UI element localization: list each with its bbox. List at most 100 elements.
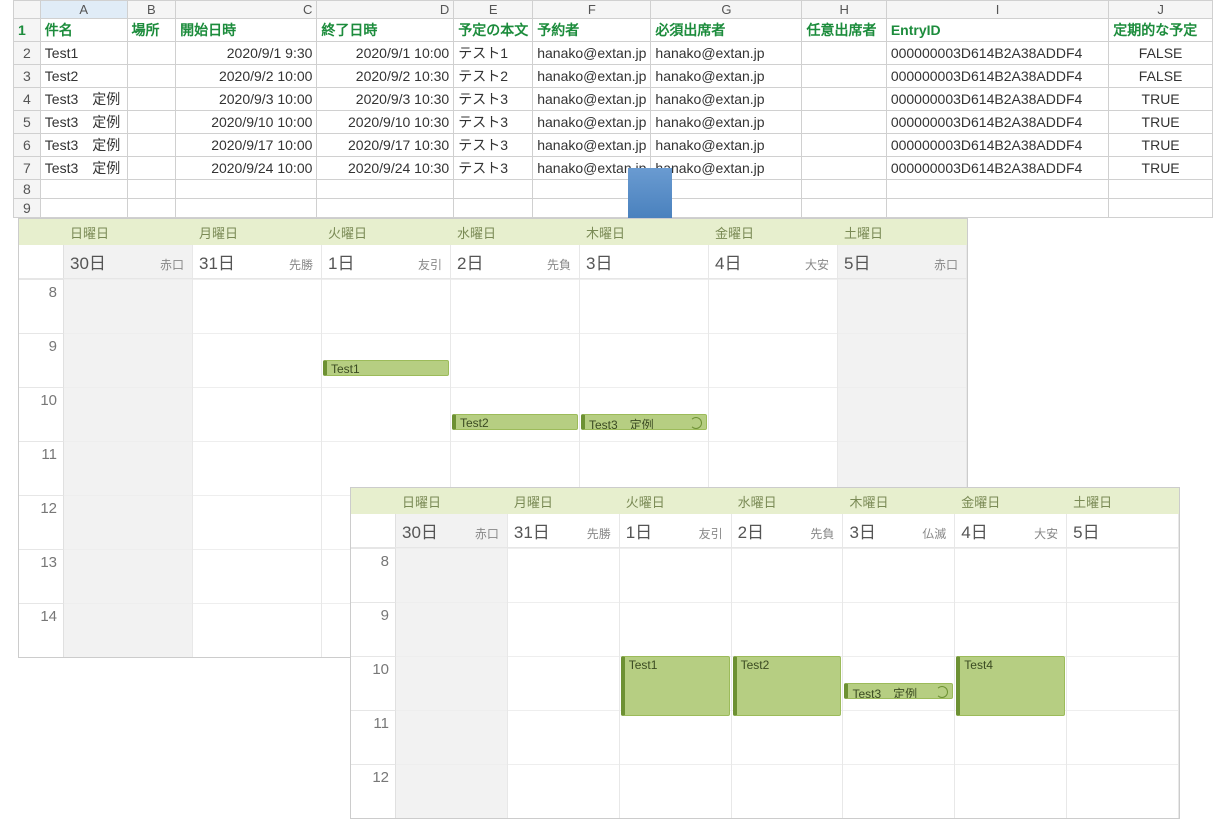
- date-header-cell[interactable]: 3日: [580, 245, 709, 278]
- time-slot[interactable]: [193, 387, 321, 441]
- date-header-cell[interactable]: 31日先勝: [193, 245, 322, 278]
- time-slot[interactable]: [396, 602, 507, 656]
- time-slot[interactable]: [732, 710, 843, 764]
- cell[interactable]: hanako@extan.jp: [651, 134, 802, 157]
- field-header[interactable]: 開始日時: [176, 19, 317, 42]
- time-slot[interactable]: [322, 387, 450, 441]
- cell[interactable]: [802, 111, 886, 134]
- colhead-J[interactable]: J: [1109, 1, 1213, 19]
- cell[interactable]: 2020/9/10 10:00: [176, 111, 317, 134]
- colhead-F[interactable]: F: [533, 1, 651, 19]
- cell[interactable]: 2020/9/2 10:30: [317, 65, 454, 88]
- time-slot[interactable]: [620, 602, 731, 656]
- cell[interactable]: [127, 42, 176, 65]
- time-slot[interactable]: [732, 764, 843, 818]
- time-slot[interactable]: [396, 548, 507, 602]
- date-header-cell[interactable]: 31日先勝: [508, 514, 620, 547]
- cell[interactable]: [127, 65, 176, 88]
- cell[interactable]: [127, 134, 176, 157]
- time-slot[interactable]: [620, 548, 731, 602]
- calendar-day-column[interactable]: Test4: [955, 548, 1067, 818]
- cell[interactable]: 2020/9/17 10:30: [317, 134, 454, 157]
- rownum[interactable]: 9: [14, 199, 41, 218]
- cell[interactable]: TRUE: [1109, 88, 1213, 111]
- calendar-day-column[interactable]: Test1: [620, 548, 732, 818]
- cell[interactable]: hanako@extan.jp: [533, 111, 651, 134]
- calendar-day-column[interactable]: [64, 279, 193, 657]
- cell[interactable]: 2020/9/24 10:30: [317, 157, 454, 180]
- cell[interactable]: [454, 180, 533, 199]
- time-slot[interactable]: [64, 603, 192, 657]
- time-slot[interactable]: [508, 656, 619, 710]
- time-slot[interactable]: [1067, 656, 1178, 710]
- time-slot[interactable]: [1067, 548, 1178, 602]
- cell[interactable]: [886, 199, 1108, 218]
- time-slot[interactable]: [1067, 602, 1178, 656]
- calendar-event[interactable]: Test3 定例: [844, 683, 953, 699]
- time-slot[interactable]: [843, 764, 954, 818]
- date-header-cell[interactable]: 2日先負: [732, 514, 844, 547]
- cell[interactable]: Test3 定例: [40, 111, 127, 134]
- cell[interactable]: [802, 65, 886, 88]
- cell[interactable]: [127, 157, 176, 180]
- time-slot[interactable]: [955, 602, 1066, 656]
- cell[interactable]: 2020/9/3 10:00: [176, 88, 317, 111]
- colhead-G[interactable]: G: [651, 1, 802, 19]
- cell[interactable]: Test1: [40, 42, 127, 65]
- calendar-day-column[interactable]: Test2: [732, 548, 844, 818]
- calendar-event[interactable]: Test2: [452, 414, 578, 430]
- time-slot[interactable]: [193, 495, 321, 549]
- cell[interactable]: 000000003D614B2A38ADDF4: [886, 88, 1108, 111]
- time-slot[interactable]: [732, 548, 843, 602]
- time-slot[interactable]: [508, 602, 619, 656]
- date-header-cell[interactable]: 30日赤口: [396, 514, 508, 547]
- time-slot[interactable]: [838, 387, 966, 441]
- cell[interactable]: Test3 定例: [40, 88, 127, 111]
- field-header[interactable]: 終了日時: [317, 19, 454, 42]
- cell[interactable]: 000000003D614B2A38ADDF4: [886, 157, 1108, 180]
- cell[interactable]: [127, 199, 176, 218]
- cell[interactable]: [1109, 199, 1213, 218]
- calendar-day-column[interactable]: [508, 548, 620, 818]
- calendar-day-column[interactable]: [396, 548, 508, 818]
- calendar-event[interactable]: Test2: [733, 656, 842, 716]
- cell[interactable]: [802, 157, 886, 180]
- time-slot[interactable]: [620, 710, 731, 764]
- time-slot[interactable]: [709, 387, 837, 441]
- date-header-cell[interactable]: 1日友引: [620, 514, 732, 547]
- time-slot[interactable]: [64, 495, 192, 549]
- time-slot[interactable]: [955, 764, 1066, 818]
- date-header-cell[interactable]: 4日大安: [955, 514, 1067, 547]
- calendar-day-column[interactable]: Test3 定例: [843, 548, 955, 818]
- field-header[interactable]: 必須出席者: [651, 19, 802, 42]
- cell[interactable]: [176, 199, 317, 218]
- time-slot[interactable]: [508, 764, 619, 818]
- cell[interactable]: hanako@extan.jp: [533, 88, 651, 111]
- time-slot[interactable]: [838, 279, 966, 333]
- date-header-cell[interactable]: 4日大安: [709, 245, 838, 278]
- cell[interactable]: テスト3: [454, 111, 533, 134]
- time-slot[interactable]: [1067, 764, 1178, 818]
- cell[interactable]: [454, 199, 533, 218]
- cell[interactable]: 000000003D614B2A38ADDF4: [886, 134, 1108, 157]
- cell[interactable]: TRUE: [1109, 134, 1213, 157]
- cell[interactable]: [886, 180, 1108, 199]
- cell[interactable]: [802, 180, 886, 199]
- time-slot[interactable]: [955, 548, 1066, 602]
- cell[interactable]: Test3 定例: [40, 157, 127, 180]
- time-slot[interactable]: [838, 333, 966, 387]
- time-slot[interactable]: [193, 549, 321, 603]
- date-header-cell[interactable]: 1日友引: [322, 245, 451, 278]
- cell[interactable]: [317, 199, 454, 218]
- rownum[interactable]: 8: [14, 180, 41, 199]
- time-slot[interactable]: [955, 710, 1066, 764]
- colhead-A[interactable]: A: [40, 1, 127, 19]
- calendar-day-column[interactable]: [193, 279, 322, 657]
- colhead-D[interactable]: D: [317, 1, 454, 19]
- cell[interactable]: [802, 199, 886, 218]
- calendar-event[interactable]: Test1: [323, 360, 449, 376]
- calendar-day-column[interactable]: [1067, 548, 1179, 818]
- time-slot[interactable]: [843, 602, 954, 656]
- time-slot[interactable]: [193, 279, 321, 333]
- time-slot[interactable]: [709, 279, 837, 333]
